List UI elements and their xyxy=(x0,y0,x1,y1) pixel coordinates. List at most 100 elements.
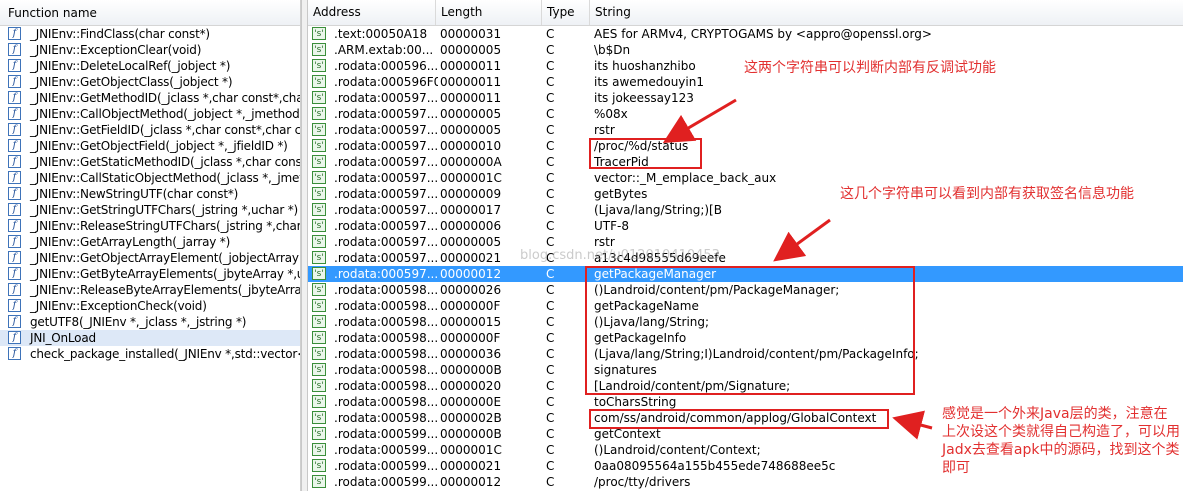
function-list-item[interactable]: f _JNIEnv::ExceptionCheck(void) xyxy=(0,298,300,314)
string-table-row[interactable]: 's' .ARM.extab:00... 00000005 C \b$Dn xyxy=(308,42,1183,58)
address-cell: .rodata:000599... xyxy=(334,459,438,473)
function-name-column-header[interactable]: Function name xyxy=(0,0,300,26)
function-list-item[interactable]: f _JNIEnv::ReleaseStringUTFChars(_jstring… xyxy=(0,218,300,234)
function-list-item[interactable]: f _JNIEnv::GetObjectField(_jobject *,_jfi… xyxy=(0,138,300,154)
type-cell: C xyxy=(546,459,555,473)
function-list-item[interactable]: f _JNIEnv::GetByteArrayElements(_jbyteArr… xyxy=(0,266,300,282)
function-icon: f xyxy=(8,219,21,232)
string-item-icon: 's' xyxy=(312,203,326,216)
string-table-row[interactable]: 's' .rodata:000598... 00000020 C [Landroid/c… xyxy=(308,378,1183,394)
address-cell: .rodata:000597... xyxy=(334,107,438,121)
function-list-item[interactable]: f _JNIEnv::GetMethodID(_jclass *,char con… xyxy=(0,90,300,106)
string-table-row[interactable]: 's' .rodata:000597... 0000001C Cvector::_M_… xyxy=(308,170,1183,186)
function-list-item[interactable]: f JNI_OnLoad xyxy=(0,330,300,346)
watermark: blog.csdn.net/u012010410453 xyxy=(520,248,720,263)
type-cell: C xyxy=(546,187,555,201)
function-list-item[interactable]: f _JNIEnv::DeleteLocalRef(_jobject *) xyxy=(0,58,300,74)
length-column-header[interactable]: Length xyxy=(436,0,542,25)
string-table-row[interactable]: 's' .rodata:000598... 0000000F CgetPackageN… xyxy=(308,298,1183,314)
function-list-item[interactable]: f _JNIEnv::ExceptionClear(void) xyxy=(0,42,300,58)
function-list-item[interactable]: f _JNIEnv::GetArrayLength(_jarray *) xyxy=(0,234,300,250)
function-list-item[interactable]: f _JNIEnv::GetObjectClass(_jobject *) xyxy=(0,74,300,90)
string-item-icon: 's' xyxy=(312,347,326,360)
length-cell: 00000015 xyxy=(440,315,502,329)
function-list-item[interactable]: f check_package_installed(_JNIEnv *,std::… xyxy=(0,346,300,362)
string-cell: [Landroid/content/pm/Signature; xyxy=(594,379,791,393)
string-table-row[interactable]: 's' .rodata:000597... 00000017 C (Ljava/lang… xyxy=(308,202,1183,218)
string-item-icon: 's' xyxy=(312,107,326,120)
string-table-row[interactable]: 's' .rodata:000598... 0000000F CgetPackageI… xyxy=(308,330,1183,346)
address-cell: .rodata:000597... xyxy=(334,139,438,153)
string-item-icon: 's' xyxy=(312,123,326,136)
function-name-label: check_package_installed(_JNIEnv *,std::v… xyxy=(30,347,300,361)
string-table-row[interactable]: 's' .rodata:000598... 00000026 C ()Landroid/… xyxy=(308,282,1183,298)
string-table-row[interactable]: 's' .rodata:000598... 0000000B Csignatures xyxy=(308,362,1183,378)
type-header-label: Type xyxy=(547,5,575,19)
function-list-item[interactable]: f _JNIEnv::FindClass(char const*) xyxy=(0,26,300,42)
string-table-row[interactable]: 's' .rodata:000597... 00000005 C %08x xyxy=(308,106,1183,122)
string-table-row[interactable]: 's' .rodata:000598... 00000015 C ()Ljava/lan… xyxy=(308,314,1183,330)
string-item-icon: 's' xyxy=(312,299,326,312)
address-column-header[interactable]: Address xyxy=(308,0,436,25)
length-cell: 0000001C xyxy=(440,171,502,185)
string-item-icon: 's' xyxy=(312,475,326,488)
function-icon: f xyxy=(8,299,21,312)
panel-splitter[interactable] xyxy=(301,0,308,491)
string-table-row[interactable]: 's' .rodata:000597... 00000010 C/proc/%d/st… xyxy=(308,138,1183,154)
function-icon: f xyxy=(8,139,21,152)
length-cell: 00000011 xyxy=(440,59,502,73)
function-list-item[interactable]: f _JNIEnv::GetFieldID(_jclass *,char cons… xyxy=(0,122,300,138)
length-cell: 00000021 xyxy=(440,459,502,473)
type-column-header[interactable]: Type xyxy=(542,0,590,25)
type-cell: C xyxy=(546,363,555,377)
address-cell: .rodata:000598... xyxy=(334,299,438,313)
function-list-item[interactable]: f _JNIEnv::GetObjectArrayElement(_jobject… xyxy=(0,250,300,266)
function-list-item[interactable]: f _JNIEnv::CallStaticObjectMethod(_jclass… xyxy=(0,170,300,186)
function-list-item[interactable]: f _JNIEnv::NewStringUTF(char const*) xyxy=(0,186,300,202)
string-cell: getPackageInfo xyxy=(594,331,687,345)
string-table-row[interactable]: 's' .rodata:000598... 00000036 C (Ljava/lang… xyxy=(308,346,1183,362)
address-cell: .rodata:000597... xyxy=(334,155,438,169)
function-name-label: _JNIEnv::NewStringUTF(char const*) xyxy=(30,187,239,201)
string-table-row[interactable]: 's' .rodata:000597... 00000006 C UTF-8 xyxy=(308,218,1183,234)
length-cell: 0000000F xyxy=(440,299,501,313)
function-list-item[interactable]: f _JNIEnv::CallObjectMethod(_jobject *,_j… xyxy=(0,106,300,122)
string-table-row[interactable]: 's' .rodata:000597... 00000005 Crstr xyxy=(308,122,1183,138)
string-table-row[interactable]: 's' .rodata:000597... 00000011 Cits jokeess… xyxy=(308,90,1183,106)
string-column-header[interactable]: String xyxy=(590,0,1183,25)
function-name-label: JNI_OnLoad xyxy=(30,331,96,345)
length-cell: 00000012 xyxy=(440,267,502,281)
function-icon: f xyxy=(8,315,21,328)
string-table-row[interactable]: 's' .rodata:000597... 00000021 Ca13c4d98555… xyxy=(308,250,1183,266)
function-list-item[interactable]: f getUTF8(_JNIEnv *,_jclass *,_jstring *) xyxy=(0,314,300,330)
length-cell: 0000001C xyxy=(440,443,502,457)
string-item-icon: 's' xyxy=(312,251,326,264)
string-cell: ()Landroid/content/pm/PackageManager; xyxy=(594,283,840,297)
address-cell: .text:00050A18 xyxy=(334,27,428,41)
string-table-row[interactable]: 's' .rodata:000597... 00000005 Crstr xyxy=(308,234,1183,250)
function-list-item[interactable]: f _JNIEnv::GetStaticMethodID(_jclass *,ch… xyxy=(0,154,300,170)
string-table-row[interactable]: 's' .text:00050A18 00000031 C AES for ARMv4,… xyxy=(308,26,1183,42)
function-list-item[interactable]: f _JNIEnv::ReleaseByteArrayElements(_jbyt… xyxy=(0,282,300,298)
type-cell: C xyxy=(546,219,555,233)
function-list-item[interactable]: f _JNIEnv::GetStringUTFChars(_jstring *,u… xyxy=(0,202,300,218)
type-cell: C xyxy=(546,331,555,345)
strings-table-header: Address Length Type String xyxy=(308,0,1183,26)
address-cell: .rodata:000596F0 xyxy=(334,75,438,89)
length-cell: 00000012 xyxy=(440,475,502,489)
function-name-header-label: Function name xyxy=(8,6,97,20)
function-name-label: _JNIEnv::GetObjectField(_jobject *,_jfie… xyxy=(30,139,288,153)
string-item-icon: 's' xyxy=(312,219,326,232)
function-icon: f xyxy=(8,75,21,88)
string-cell: \b$Dn xyxy=(594,43,631,57)
length-cell: 00000009 xyxy=(440,187,502,201)
address-cell: .rodata:000597... xyxy=(334,251,438,265)
address-cell: .rodata:000598... xyxy=(334,347,438,361)
string-item-icon: 's' xyxy=(312,427,326,440)
type-cell: C xyxy=(546,139,555,153)
string-cell: getPackageName xyxy=(594,299,699,313)
string-table-row[interactable]: 's' .rodata:000597... 0000000A C TracerPid xyxy=(308,154,1183,170)
length-cell: 00000005 xyxy=(440,123,502,137)
address-cell: .rodata:000597... xyxy=(334,91,438,105)
string-table-row[interactable]: 's' .rodata:000597... 00000012 CgetPackageM… xyxy=(308,266,1183,282)
